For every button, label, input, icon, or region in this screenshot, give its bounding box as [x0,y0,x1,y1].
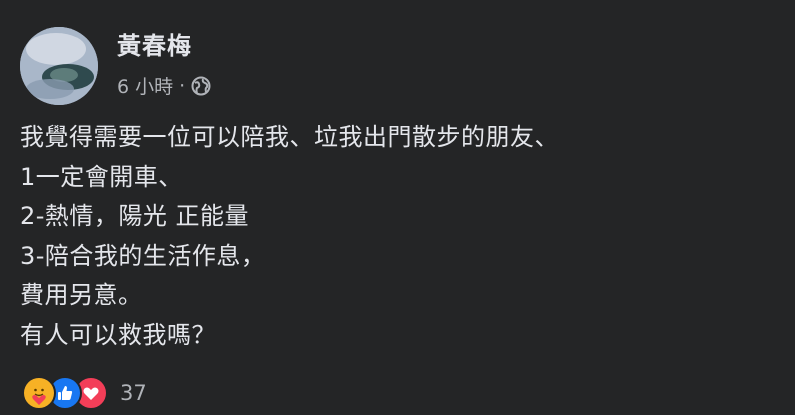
post-line: 1一定會開車、 [20,162,183,191]
author-name[interactable]: 黃春梅 [117,26,192,61]
post-line: 費用另意。 [20,281,143,309]
meta-separator: · [179,74,186,97]
post-line: 我覺得需要一位可以陪我、垃我出門散步的朋友、 [20,123,559,151]
post-line: 有人可以救我嗎？ [20,320,216,349]
post-line: 3-陪合我的生活作息， [20,241,266,270]
avatar[interactable] [20,27,98,105]
care-icon[interactable] [22,376,56,410]
post-body: 我覺得需要一位可以陪我、垃我出門散步的朋友、 1一定會開車、 2-熱情，陽光 正… [20,118,559,355]
avatar-photo [20,27,98,105]
reaction-summary[interactable]: 37 [22,376,147,410]
reaction-count[interactable]: 37 [120,381,147,405]
post-meta: 6 小時 · [117,72,211,99]
facebook-post: 黃春梅 6 小時 · 我覺得需要一位可以陪我、垃我出門散步的朋友、 1一定會開車… [0,0,795,415]
globe-icon[interactable] [191,76,211,96]
post-timestamp[interactable]: 6 小時 [117,72,173,99]
post-line: 2-熱情，陽光 正能量 [20,202,250,230]
